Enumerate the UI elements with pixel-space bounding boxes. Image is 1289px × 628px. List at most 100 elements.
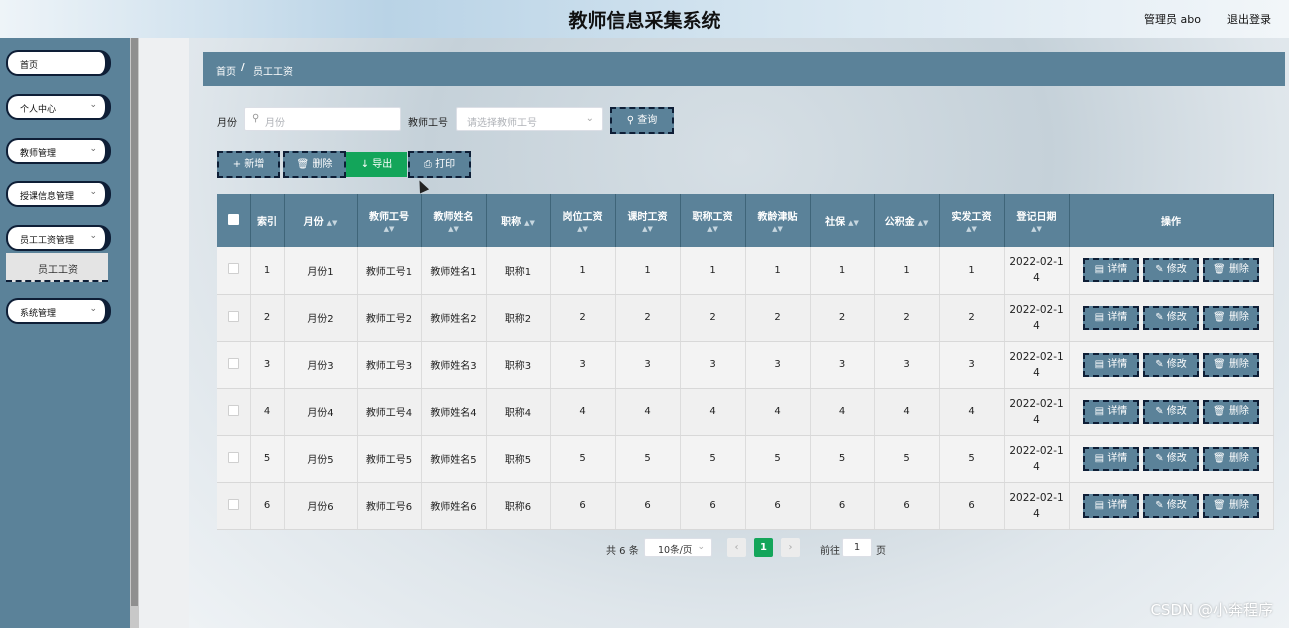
column-header-title[interactable]: 职称 ▲▼ bbox=[486, 194, 551, 247]
delete-label: 删除 bbox=[1228, 358, 1249, 370]
detail-icon: ▤ bbox=[1094, 264, 1105, 276]
column-header-seniority-allowance[interactable]: 教龄津贴 ▲▼ bbox=[745, 194, 811, 247]
table-cell: 月份1 bbox=[284, 247, 358, 295]
table-cell: 5 bbox=[680, 435, 746, 483]
download-icon: ↓ bbox=[360, 159, 370, 170]
sidebar-subitem-salary[interactable]: 员工工资 bbox=[6, 253, 108, 282]
edit-button[interactable]: ✎ 修改 bbox=[1143, 305, 1199, 330]
date-line-2: 4 bbox=[1033, 366, 1040, 379]
sidebar-item-course-info[interactable]: 授课信息管理 ⌄ bbox=[6, 181, 111, 207]
watermark: CSDN @小奔程序 bbox=[1150, 601, 1273, 619]
detail-icon: ▤ bbox=[1094, 452, 1105, 464]
register-date-cell: 2022-02-1 4 bbox=[1004, 482, 1070, 530]
detail-button[interactable]: ▤ 详情 bbox=[1083, 493, 1139, 518]
edit-button[interactable]: ✎ 修改 bbox=[1143, 399, 1199, 424]
select-all-checkbox[interactable] bbox=[217, 194, 251, 247]
edit-button[interactable]: ✎ 修改 bbox=[1143, 352, 1199, 377]
table-cell: 6 bbox=[874, 482, 940, 530]
detail-button[interactable]: ▤ 详情 bbox=[1083, 399, 1139, 424]
column-header-month[interactable]: 月份 ▲▼ bbox=[284, 194, 358, 247]
scrollbar-thumb[interactable] bbox=[131, 38, 138, 606]
table-cell: 2 bbox=[874, 294, 940, 342]
row-checkbox[interactable] bbox=[217, 341, 251, 389]
delete-button[interactable]: 🗑 删除 bbox=[1203, 399, 1259, 424]
edit-icon: ✎ bbox=[1155, 358, 1164, 370]
column-header-index: 索引 bbox=[250, 194, 285, 247]
sidebar-item-home[interactable]: 首页 bbox=[6, 50, 111, 76]
detail-button[interactable]: ▤ 详情 bbox=[1083, 352, 1139, 377]
export-button[interactable]: ↓ 导出 bbox=[346, 152, 407, 177]
delete-button[interactable]: 🗑 删除 bbox=[1203, 446, 1259, 471]
print-button-label: 打印 bbox=[435, 159, 456, 170]
column-header-class-salary[interactable]: 课时工资 ▲▼ bbox=[615, 194, 681, 247]
actions-cell: ▤ 详情 ✎ 修改 🗑 删除 bbox=[1069, 294, 1274, 342]
goto-page-input[interactable]: 1 bbox=[842, 538, 872, 557]
row-checkbox[interactable] bbox=[217, 388, 251, 436]
delete-button[interactable]: 🗑 删除 bbox=[1203, 352, 1259, 377]
sidebar-item-teacher-management[interactable]: 教师管理 ⌄ bbox=[6, 138, 111, 164]
detail-icon: ▤ bbox=[1094, 358, 1105, 370]
print-button[interactable]: ⎙ 打印 bbox=[408, 151, 471, 178]
detail-label: 详情 bbox=[1107, 499, 1128, 511]
column-header-housing-fund[interactable]: 公积金 ▲▼ bbox=[874, 194, 940, 247]
register-date-cell: 2022-02-1 4 bbox=[1004, 294, 1070, 342]
date-line-2: 4 bbox=[1033, 272, 1040, 285]
breadcrumb-home[interactable]: 首页 bbox=[216, 63, 236, 78]
sidebar-scrollbar[interactable] bbox=[130, 38, 139, 628]
column-header-title-salary[interactable]: 职称工资 ▲▼ bbox=[680, 194, 746, 247]
column-header-post-salary[interactable]: 岗位工资 ▲▼ bbox=[550, 194, 616, 247]
detail-button[interactable]: ▤ 详情 bbox=[1083, 446, 1139, 471]
edit-icon: ✎ bbox=[1155, 452, 1164, 464]
table-cell: 6 bbox=[550, 482, 616, 530]
detail-label: 详情 bbox=[1107, 405, 1128, 417]
table-header-row: 索引 月份 ▲▼ 教师工号 ▲▼ 教师姓名 ▲▼ 职称 ▲▼ 岗位工资 ▲▼ 课时工资 ▲▼… bbox=[217, 194, 1274, 247]
trash-icon: 🗑 bbox=[1213, 452, 1226, 464]
table-cell: 职称2 bbox=[486, 294, 551, 342]
delete-button[interactable]: 🗑 删除 bbox=[1203, 258, 1259, 283]
table-cell: 5 bbox=[615, 435, 681, 483]
column-header-social-security[interactable]: 社保 ▲▼ bbox=[810, 194, 875, 247]
column-header-teacher-id[interactable]: 教师工号 ▲▼ bbox=[357, 194, 422, 247]
column-header-net-salary[interactable]: 实发工资 ▲▼ bbox=[939, 194, 1005, 247]
edit-button[interactable]: ✎ 修改 bbox=[1143, 258, 1199, 283]
page-size-select[interactable]: 10条/页 ⌄ bbox=[644, 538, 712, 557]
prev-page-button[interactable]: ‹ bbox=[727, 538, 746, 557]
sidebar-item-personal-center[interactable]: 个人中心 ⌄ bbox=[6, 94, 111, 120]
sidebar-item-salary-management[interactable]: 员工工资管理 ⌄ bbox=[6, 225, 111, 251]
detail-button[interactable]: ▤ 详情 bbox=[1083, 305, 1139, 330]
table-cell: 6 bbox=[745, 482, 811, 530]
row-checkbox[interactable] bbox=[217, 294, 251, 342]
table-cell: 1 bbox=[939, 247, 1005, 295]
edit-button[interactable]: ✎ 修改 bbox=[1143, 446, 1199, 471]
page-1-button[interactable]: 1 bbox=[754, 538, 773, 557]
table-cell: 3 bbox=[550, 341, 616, 389]
query-button[interactable]: ⚲ 查询 bbox=[610, 107, 674, 134]
actions-cell: ▤ 详情 ✎ 修改 🗑 删除 bbox=[1069, 435, 1274, 483]
table-cell: 2 bbox=[810, 294, 875, 342]
table-cell: 6 bbox=[250, 482, 285, 530]
sidebar-item-system-management[interactable]: 系统管理 ⌄ bbox=[6, 298, 111, 324]
delete-button[interactable]: 🗑 删除 bbox=[1203, 493, 1259, 518]
month-input[interactable]: ⚲ 月份 bbox=[244, 107, 401, 131]
delete-button[interactable]: 🗑 删除 bbox=[1203, 305, 1259, 330]
row-checkbox[interactable] bbox=[217, 247, 251, 295]
column-header-teacher-name[interactable]: 教师姓名 ▲▼ bbox=[421, 194, 487, 247]
row-checkbox[interactable] bbox=[217, 482, 251, 530]
teacher-id-select[interactable]: 请选择教师工号 ⌄ bbox=[456, 107, 603, 131]
add-button[interactable]: + 新增 bbox=[217, 151, 280, 178]
table-cell: 3 bbox=[939, 341, 1005, 389]
column-header-register-date[interactable]: 登记日期 ▲▼ bbox=[1004, 194, 1070, 247]
table-cell: 6 bbox=[810, 482, 875, 530]
batch-delete-button[interactable]: 🗑 删除 bbox=[283, 151, 346, 178]
logout-link[interactable]: 退出登录 bbox=[1227, 11, 1271, 27]
date-line-2: 4 bbox=[1033, 507, 1040, 520]
app-title: 教师信息采集系统 bbox=[568, 10, 721, 32]
row-checkbox[interactable] bbox=[217, 435, 251, 483]
detail-button[interactable]: ▤ 详情 bbox=[1083, 258, 1139, 283]
sidebar-item-label: 系统管理 bbox=[20, 309, 57, 319]
next-page-button[interactable]: › bbox=[781, 538, 800, 557]
edit-button[interactable]: ✎ 修改 bbox=[1143, 493, 1199, 518]
table-row: 6 月份6 教师工号6 教师姓名6 职称6 6 6 6 6 6 6 6 2022-02-1 4 ▤ 详情 ✎ … bbox=[217, 482, 1274, 530]
table-cell: 1 bbox=[874, 247, 940, 295]
table-cell: 职称3 bbox=[486, 341, 551, 389]
